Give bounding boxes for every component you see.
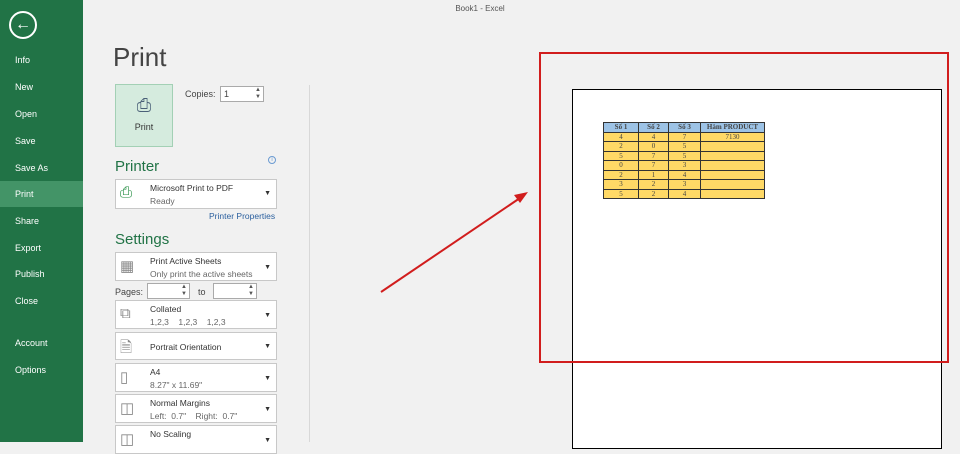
- annotation-arrow: [380, 192, 528, 293]
